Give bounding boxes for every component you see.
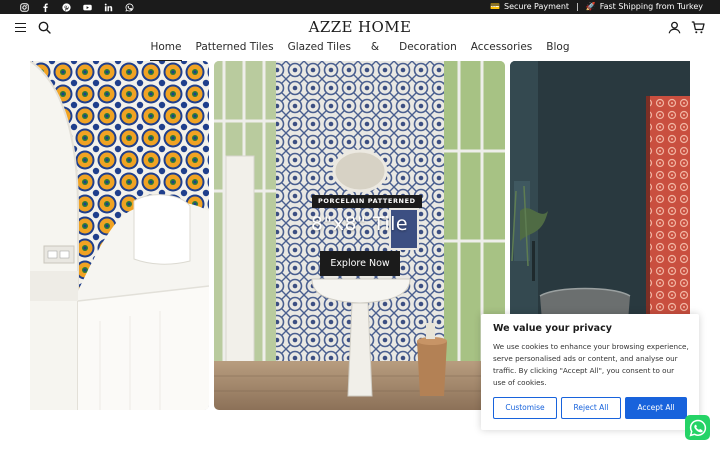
nav-home[interactable]: Home — [143, 40, 188, 61]
nav-ampersand[interactable]: & — [358, 40, 392, 58]
shipping-text: Fast Shipping from Turkey — [599, 2, 703, 11]
customise-button[interactable]: Customise — [493, 397, 557, 419]
explore-now-button[interactable]: Explore Now — [320, 251, 400, 276]
nav-blog[interactable]: Blog — [539, 40, 576, 58]
nav-decoration[interactable]: Decoration — [392, 40, 464, 58]
pinterest-icon[interactable] — [56, 0, 77, 14]
cookie-text: We use cookies to enhance your browsing … — [493, 342, 689, 387]
linkedin-icon[interactable] — [98, 0, 119, 14]
nav-glazed-tiles[interactable]: Glazed Tiles — [281, 40, 358, 58]
youtube-icon[interactable] — [77, 0, 98, 14]
social-links — [14, 0, 140, 14]
whatsapp-icon — [689, 419, 706, 436]
reject-all-button[interactable]: Reject All — [561, 397, 621, 419]
facebook-icon[interactable] — [35, 0, 56, 14]
nav-accessories[interactable]: Accessories — [464, 40, 540, 58]
rocket-icon: 🚀 — [585, 2, 596, 11]
main-navigation: Home Patterned Tiles Glazed Tiles & Deco… — [0, 40, 720, 61]
secure-payment-text: Secure Payment — [503, 2, 570, 11]
slide-image-bedroom[interactable] — [30, 61, 209, 410]
hero-title: 8"x8" Tile — [310, 213, 409, 235]
announcement: 💳 Secure Payment | 🚀 Fast Shipping from … — [490, 0, 703, 14]
whatsapp-icon[interactable] — [119, 0, 140, 14]
top-bar: 💳 Secure Payment | 🚀 Fast Shipping from … — [0, 0, 720, 14]
hero-badge: PORCELAIN PATTERNED — [312, 195, 422, 208]
site-header: AZZE HOME Home Patterned Tiles Glazed Ti… — [0, 14, 720, 61]
whatsapp-chat-button[interactable] — [685, 415, 710, 440]
announcement-separator: | — [576, 2, 579, 11]
card-icon: 💳 — [490, 2, 500, 11]
cookie-title: We value your privacy — [493, 323, 612, 334]
cart-icon[interactable] — [691, 21, 705, 34]
instagram-icon[interactable] — [14, 0, 35, 14]
account-icon[interactable] — [668, 21, 681, 34]
site-logo[interactable]: AZZE HOME — [0, 18, 720, 36]
accept-all-button[interactable]: Accept All — [625, 397, 687, 419]
nav-patterned-tiles[interactable]: Patterned Tiles — [189, 40, 281, 58]
cookie-consent-banner: We value your privacy We use cookies to … — [481, 314, 699, 430]
slide-image-bathroom[interactable] — [214, 61, 505, 410]
